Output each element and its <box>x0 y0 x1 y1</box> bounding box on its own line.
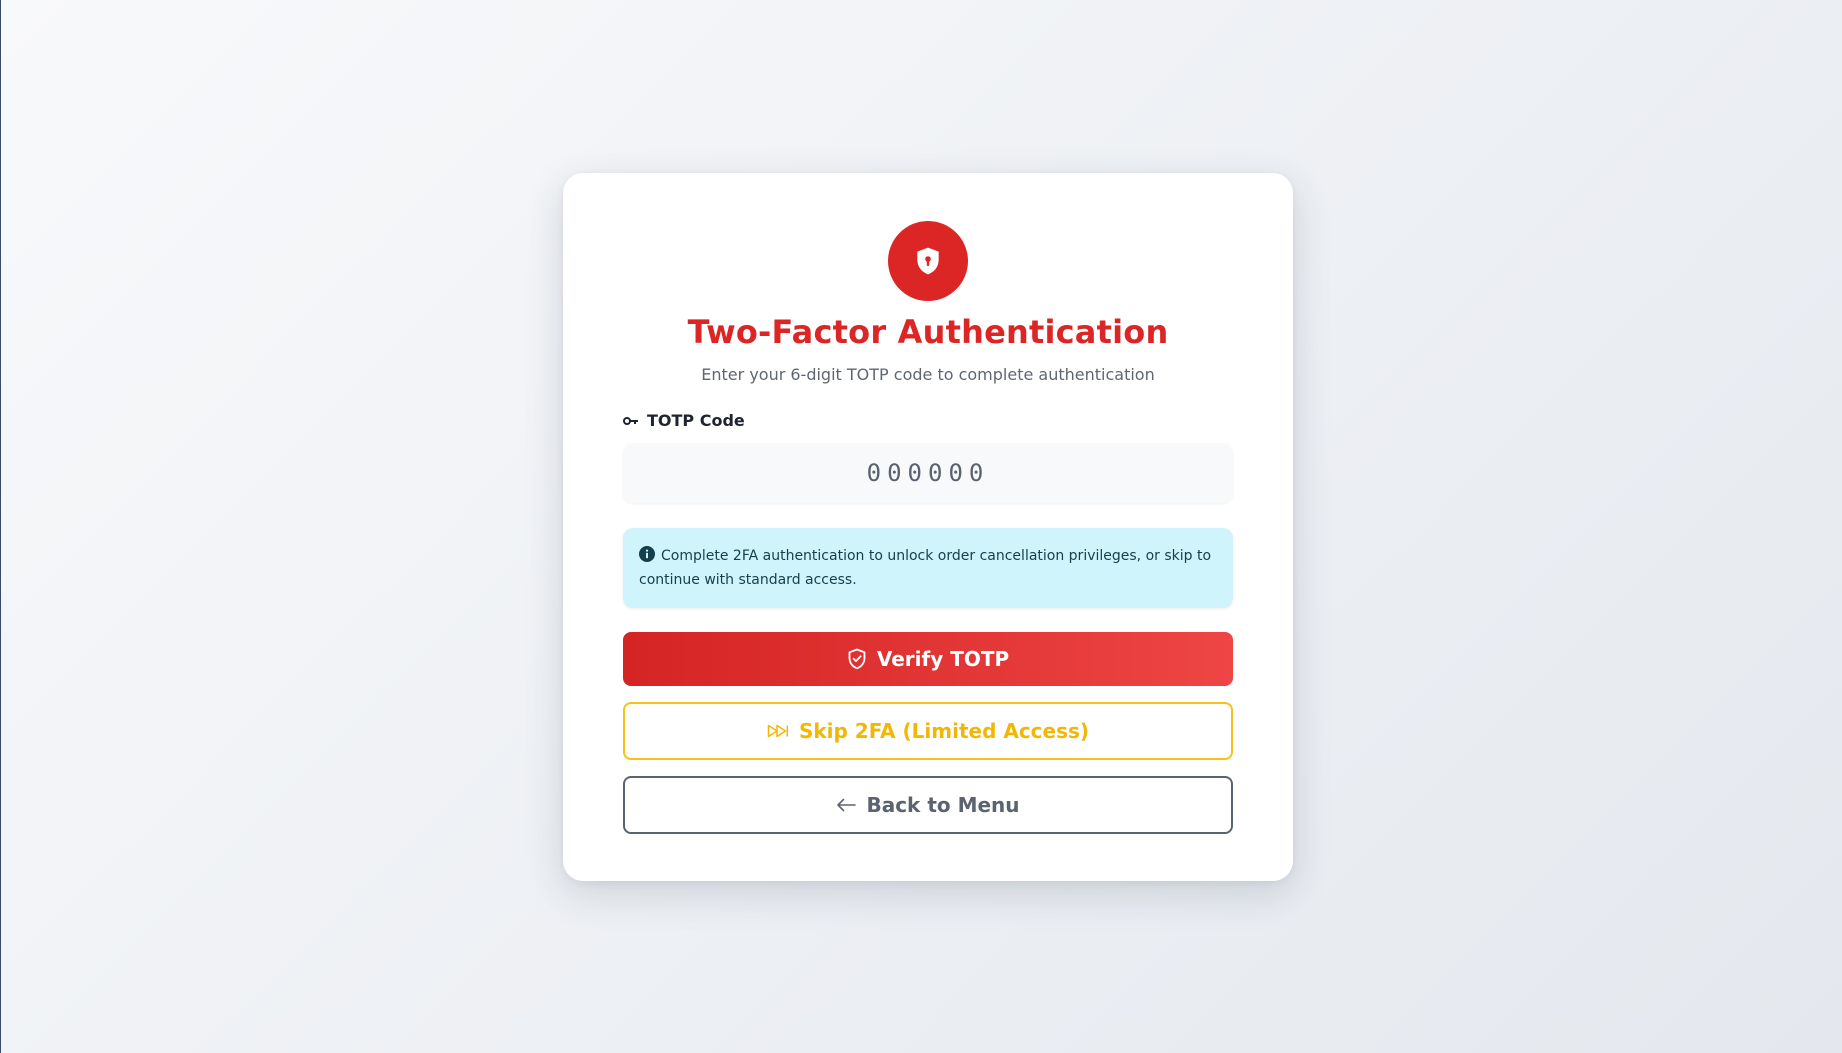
shield-lock-icon <box>888 221 968 301</box>
info-circle-icon <box>639 546 655 562</box>
back-to-menu-label: Back to Menu <box>866 793 1020 817</box>
verify-totp-button[interactable]: Verify TOTP <box>623 632 1233 686</box>
verify-totp-label: Verify TOTP <box>876 647 1010 671</box>
arrow-left-icon <box>836 798 857 812</box>
page-subtitle: Enter your 6-digit TOTP code to complete… <box>701 365 1155 384</box>
back-to-menu-button[interactable]: Back to Menu <box>623 776 1233 834</box>
page-title: Two-Factor Authentication <box>687 313 1169 351</box>
shield-check-icon <box>847 648 867 670</box>
skip-2fa-label: Skip 2FA (Limited Access) <box>798 719 1090 743</box>
window-edge <box>0 0 1 1053</box>
info-alert: Complete 2FA authentication to unlock or… <box>623 528 1233 608</box>
totp-field-label-text: TOTP Code <box>647 411 745 430</box>
auth-card: Two-Factor Authentication Enter your 6-d… <box>563 173 1293 881</box>
totp-code-input[interactable] <box>623 443 1233 503</box>
info-alert-text: Complete 2FA authentication to unlock or… <box>639 548 1212 588</box>
fast-forward-icon <box>767 724 789 738</box>
skip-2fa-button[interactable]: Skip 2FA (Limited Access) <box>623 702 1233 760</box>
totp-field-label: TOTP Code <box>623 411 1233 430</box>
key-icon <box>623 411 639 430</box>
